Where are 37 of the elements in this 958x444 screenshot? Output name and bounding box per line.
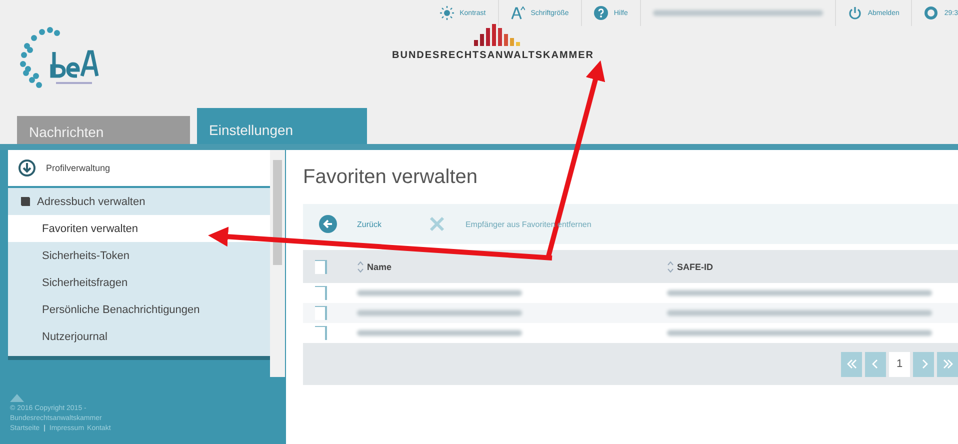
tab[interactable]: Einstellungen [197,108,367,144]
page-button[interactable] [841,352,862,376]
sidebar-item[interactable]: Adressbuch verwalten [8,188,270,215]
page-title: Favoriten verwalten [303,166,479,190]
scrollbar[interactable] [270,150,285,377]
sidebar-item[interactable]: Favoriten verwalten [8,215,270,242]
page-button[interactable] [937,352,958,376]
help-icon [594,6,608,20]
checkbox[interactable] [315,326,327,340]
last-page-icon [942,359,952,369]
first-page-icon [846,359,856,369]
column-header[interactable]: Name [357,260,667,272]
page-button[interactable] [865,352,886,376]
home-icon [10,392,24,402]
sort-icon [357,260,364,272]
sidebar-item[interactable]: Sicherheitsfragen [8,269,270,296]
sidebar-item[interactable]: Sicherheits-Token [8,242,270,269]
organization-name: BUNDESRECHTSANWALTSKAMMER [392,50,594,61]
toolbar-button[interactable]: Zurück [315,211,386,237]
close-icon [429,216,446,232]
checkbox[interactable] [315,260,327,274]
sidebar-item[interactable]: Persönliche Benachrichtigungen [8,296,270,323]
timer-icon [924,6,938,20]
power-icon [848,6,862,20]
checkbox[interactable] [315,286,327,300]
column-header[interactable]: SAFE-ID [667,260,958,272]
sidebar-item[interactable]: Nutzerjournal [8,323,270,350]
book-icon [20,196,31,207]
sun-icon [440,6,454,20]
checkbox[interactable] [315,306,327,320]
page-button[interactable]: 1 [889,352,910,376]
previous-icon [870,359,880,369]
font-size-icon [510,6,525,20]
sort-icon [667,260,674,272]
tab[interactable]: Nachrichten [17,116,190,144]
page-button[interactable] [913,352,934,376]
download-icon [18,159,36,177]
